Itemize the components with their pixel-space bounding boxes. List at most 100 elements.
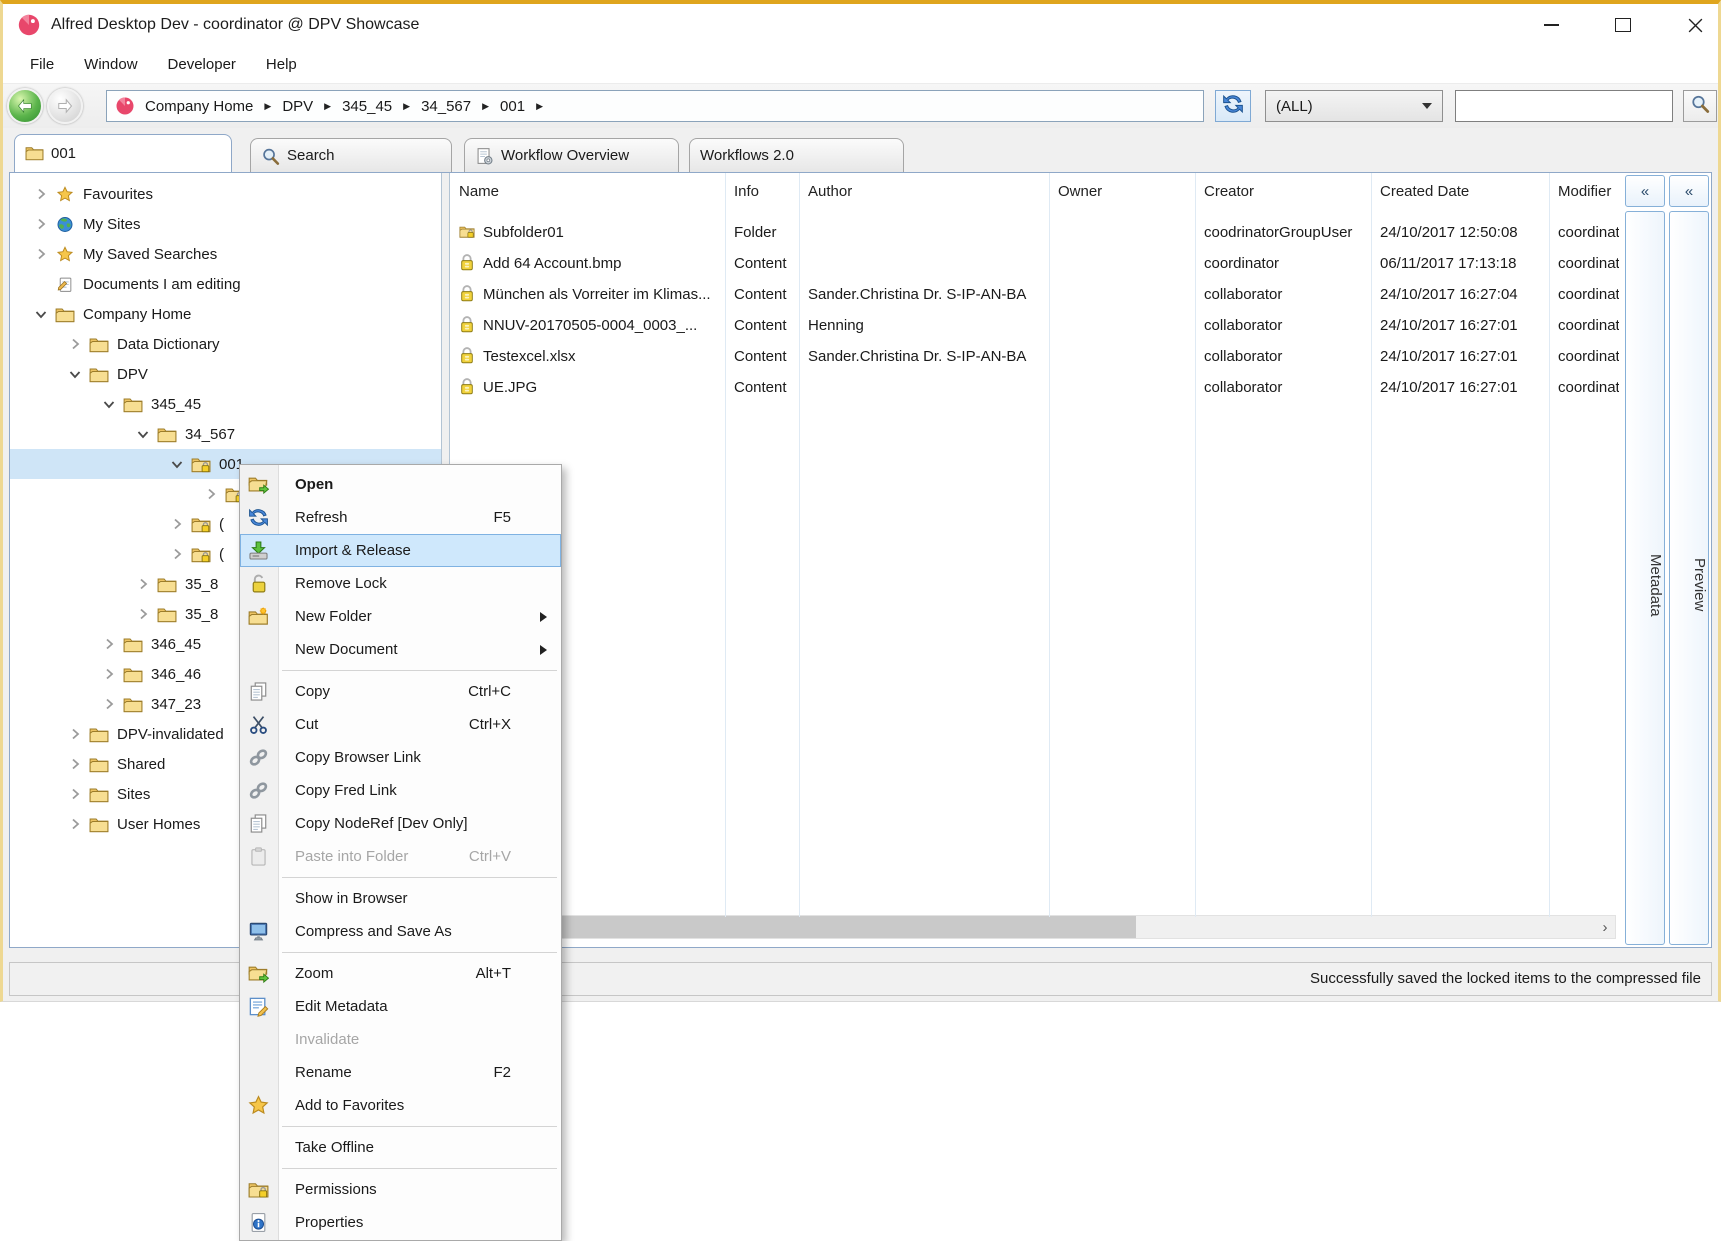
chevron-right-icon[interactable]: [67, 786, 83, 802]
context-menu-item-rename[interactable]: RenameF2: [240, 1056, 561, 1089]
column-header-modifier[interactable]: Modifier: [1549, 173, 1619, 211]
cell-name[interactable]: München als Vorreiter im Klimas...: [450, 279, 725, 310]
tab-search[interactable]: Search: [250, 138, 452, 172]
lock-file-icon: [459, 282, 475, 299]
chevron-down-icon[interactable]: [101, 396, 117, 412]
context-menu-item-import-release[interactable]: Import & Release: [240, 534, 561, 567]
tree-item-label: (: [219, 546, 224, 563]
context-menu-item-edit-metadata[interactable]: Edit Metadata: [240, 990, 561, 1023]
search-input[interactable]: [1455, 90, 1673, 122]
tree-item-dpv[interactable]: DPV: [10, 359, 441, 389]
chevron-right-icon[interactable]: [33, 186, 49, 202]
context-menu-item-copy-browser-link[interactable]: Copy Browser Link: [240, 741, 561, 774]
chevron-right-icon[interactable]: [169, 516, 185, 532]
chevron-down-icon[interactable]: [33, 306, 49, 322]
menu-window[interactable]: Window: [69, 46, 152, 83]
context-menu-item-new-folder[interactable]: New Folder: [240, 600, 561, 633]
tree-item-data-dictionary[interactable]: Data Dictionary: [10, 329, 441, 359]
breadcrumb-item-001[interactable]: 001: [500, 98, 525, 115]
menu-help[interactable]: Help: [251, 46, 312, 83]
chevron-right-icon[interactable]: [33, 216, 49, 232]
cell-name[interactable]: Subfolder01: [450, 217, 725, 248]
chevron-right-icon[interactable]: [67, 816, 83, 832]
tab-label: Workflow Overview: [501, 147, 629, 164]
context-menu-item-copy[interactable]: CopyCtrl+C: [240, 675, 561, 708]
chevron-right-icon[interactable]: [101, 636, 117, 652]
context-menu-item-remove-lock[interactable]: Remove Lock: [240, 567, 561, 600]
toolbar: Company Home▶DPV▶345_45▶34_567▶001▶ (ALL…: [3, 84, 1718, 128]
minimize-button[interactable]: [1528, 4, 1574, 46]
breadcrumb-item-dpv[interactable]: DPV: [282, 98, 313, 115]
chevron-right-icon[interactable]: [101, 696, 117, 712]
tab-workflow-overview[interactable]: Workflow Overview: [464, 138, 679, 172]
chevron-right-icon[interactable]: [135, 606, 151, 622]
panel-label[interactable]: Metadata: [1625, 211, 1665, 945]
context-menu-item-compress-and-save-as[interactable]: Compress and Save As: [240, 915, 561, 948]
chevron-right-icon[interactable]: [67, 756, 83, 772]
tab-workflows-2-0[interactable]: Workflows 2.0: [689, 138, 904, 172]
tree-item-label: Shared: [117, 756, 165, 773]
context-menu-item-new-document[interactable]: New Document: [240, 633, 561, 666]
menu-developer[interactable]: Developer: [153, 46, 251, 83]
context-menu-item-open[interactable]: Open: [240, 468, 561, 501]
expand-panel-button[interactable]: «: [1669, 175, 1709, 207]
context-menu-item-take-offline[interactable]: Take Offline: [240, 1131, 561, 1164]
breadcrumb-item-34-567[interactable]: 34_567: [421, 98, 471, 115]
column-header-info[interactable]: Info: [725, 173, 799, 211]
tree-item-company-home[interactable]: Company Home: [10, 299, 441, 329]
refresh-button[interactable]: [1215, 90, 1251, 122]
chevron-right-icon[interactable]: [169, 546, 185, 562]
context-menu-item-copy-noderef-dev-only[interactable]: Copy NodeRef [Dev Only]: [240, 807, 561, 840]
chevron-right-icon[interactable]: [203, 486, 219, 502]
column-header-author[interactable]: Author: [799, 173, 1049, 211]
back-button[interactable]: [7, 88, 43, 124]
column-header-name[interactable]: Name: [450, 173, 725, 211]
context-menu-item-show-in-browser[interactable]: Show in Browser: [240, 882, 561, 915]
cell-name[interactable]: Testexcel.xlsx: [450, 341, 725, 372]
chevron-right-icon[interactable]: [101, 666, 117, 682]
chevron-right-icon[interactable]: [33, 246, 49, 262]
maximize-button[interactable]: [1600, 4, 1646, 46]
search-button[interactable]: [1683, 90, 1717, 122]
chevron-right-icon[interactable]: [67, 336, 83, 352]
context-menu-item-add-to-favorites[interactable]: Add to Favorites: [240, 1089, 561, 1122]
context-menu-item-zoom[interactable]: ZoomAlt+T: [240, 957, 561, 990]
expand-panel-button[interactable]: «: [1625, 175, 1665, 207]
tab-001[interactable]: 001: [14, 134, 232, 172]
context-menu-item-permissions[interactable]: Permissions: [240, 1173, 561, 1206]
chevron-down-icon[interactable]: [67, 366, 83, 382]
context-menu-item-refresh[interactable]: RefreshF5: [240, 501, 561, 534]
cell-name[interactable]: UE.JPG: [450, 372, 725, 403]
tree-item-34-567[interactable]: 34_567: [10, 419, 441, 449]
cell-name[interactable]: NNUV-20170505-0004_0003_...: [450, 310, 725, 341]
tab-strip: 001 Search Workflow Overview Workflows 2.0: [3, 128, 1718, 172]
column-header-created-date[interactable]: Created Date: [1371, 173, 1549, 211]
close-button[interactable]: [1672, 4, 1718, 46]
tree-item-my-saved-searches[interactable]: My Saved Searches: [10, 239, 441, 269]
chevron-down-icon[interactable]: [169, 456, 185, 472]
tree-item-my-sites[interactable]: My Sites: [10, 209, 441, 239]
menu-item-label: Invalidate: [295, 1023, 359, 1056]
scroll-right-icon[interactable]: ›: [1595, 916, 1615, 938]
panel-label[interactable]: Preview: [1669, 211, 1709, 945]
horizontal-scrollbar[interactable]: ‹ ›: [453, 915, 1616, 939]
cell-name[interactable]: Add 64 Account.bmp: [450, 248, 725, 279]
breadcrumb-item-company-home[interactable]: Company Home: [145, 98, 253, 115]
context-menu-item-cut[interactable]: CutCtrl+X: [240, 708, 561, 741]
chevron-right-icon[interactable]: [135, 576, 151, 592]
tree-item-345-45[interactable]: 345_45: [10, 389, 441, 419]
tree-item-favourites[interactable]: Favourites: [10, 179, 441, 209]
expander-spacer: [33, 276, 49, 292]
column-header-owner[interactable]: Owner: [1049, 173, 1195, 211]
tree-item-documents-i-am-editing[interactable]: Documents I am editing: [10, 269, 441, 299]
scrollbar-thumb[interactable]: [474, 916, 1136, 938]
chevron-down-icon[interactable]: [135, 426, 151, 442]
forward-button[interactable]: [47, 88, 83, 124]
breadcrumb-item-345-45[interactable]: 345_45: [342, 98, 392, 115]
context-menu-item-properties[interactable]: Properties: [240, 1206, 561, 1239]
menu-file[interactable]: File: [15, 46, 69, 83]
filter-dropdown[interactable]: (ALL): [1265, 90, 1443, 122]
context-menu-item-copy-fred-link[interactable]: Copy Fred Link: [240, 774, 561, 807]
chevron-right-icon[interactable]: [67, 726, 83, 742]
column-header-creator[interactable]: Creator: [1195, 173, 1371, 211]
